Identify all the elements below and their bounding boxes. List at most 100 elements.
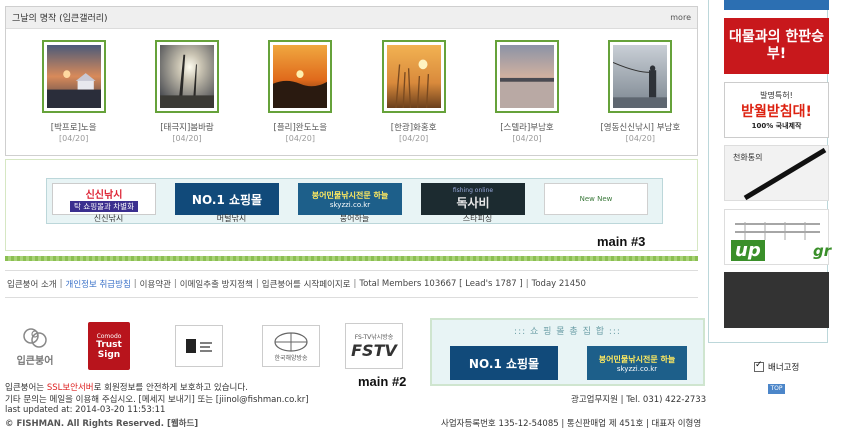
gallery-item-label[interactable]: [영동신신낚시] 부남호 <box>584 121 697 133</box>
main2-label: main #2 <box>358 374 407 389</box>
business-info: 사업자등록번호 135-12-54085 | 통신판매업 제 451호 | 대표… <box>441 419 702 429</box>
trust-sign-text: Trust Sign <box>96 339 122 360</box>
doksabi-sub: fishing online <box>452 187 494 194</box>
partner-logo[interactable] <box>175 325 223 367</box>
reeds-sunset-photo <box>386 45 441 109</box>
today-count: Today 21450 <box>531 279 586 289</box>
gallery-item[interactable]: [한광]화홍호 [04/20] <box>357 40 470 143</box>
side-ad-rod-holder[interactable]: 발명특허! 받월받침대! 100% 국내제작 <box>724 82 829 138</box>
thumbnail-frame[interactable] <box>494 40 559 113</box>
ssl-notice-pre: 입큰붕어는 <box>5 383 47 393</box>
thumbnail-frame[interactable] <box>268 40 333 113</box>
haneul-banner-image[interactable]: 붕어민물낚시전문 하늘 skyzzi.co.kr <box>298 183 402 215</box>
gallery-item[interactable]: [박프로]노을 [04/20] <box>17 40 130 143</box>
link-email-policy[interactable]: 이메일추출 방지정책 <box>180 278 253 290</box>
gallery-item-label[interactable]: [스텔라]부남호 <box>470 121 583 133</box>
gallery-item[interactable]: [영동신신낚시] 부남호 [04/20] <box>584 40 697 143</box>
fstv-top-text: FS-TV낚시방송 <box>354 334 394 341</box>
gallery-item-date: [04/20] <box>625 134 655 143</box>
banner-fix-checkbox[interactable] <box>754 360 764 372</box>
side-top-ad-strip[interactable] <box>724 0 829 10</box>
shop-banner-sinsin[interactable]: 신신낚시 탁 쇼핑몰과 차별화 신신낚시 <box>47 179 170 223</box>
gallery-header: 그날의 명작 (입큰갤러리) more <box>6 7 697 29</box>
gallery-item[interactable]: [플리]완도노을 [04/20] <box>244 40 357 143</box>
gallery-item[interactable]: [태극지]봄바람 [04/20] <box>130 40 243 143</box>
huge-logo-text: 한국해양방송 <box>274 354 308 362</box>
total-members: Total Members 103667 [ Lead's 1787 ] <box>359 279 523 289</box>
no1-shop-banner-image[interactable]: NO.1 쇼핑몰 <box>175 183 279 215</box>
new-banner-image[interactable]: New New <box>544 183 648 215</box>
gallery-item-date: [04/20] <box>59 134 89 143</box>
doksabi-title: 독사비 <box>456 196 490 210</box>
side-ad-big-fish[interactable]: 대물과의 한판승부! <box>724 18 829 74</box>
side-ad2-top: 발명특허! <box>760 90 793 100</box>
haneul-title: 붕어민물낚시전문 하늘 <box>311 190 389 200</box>
ipkeun-logo[interactable]: 입큰붕어 <box>6 320 64 372</box>
orange-sunset-photo <box>273 45 328 108</box>
gallery-item-date: [04/20] <box>399 134 429 143</box>
gallery-item[interactable]: [스텔라]부남호 [04/20] <box>470 40 583 143</box>
shop-collection-title: ::: 쇼 핑 몰 총 집 합 ::: <box>514 327 621 337</box>
shop-banner-starfishing[interactable]: fishing online 독사비 스타피싱 <box>416 179 539 223</box>
huge-logo[interactable]: 한국해양방송 <box>262 325 320 367</box>
gallery-item-label[interactable]: [한광]화홍호 <box>357 121 470 133</box>
thumbnail-frame[interactable] <box>41 40 106 113</box>
link-terms[interactable]: 이용약관 <box>140 278 171 290</box>
fstv-logo[interactable]: FS-TV낚시방송 FSTV <box>345 323 403 369</box>
new-banner-text: New New <box>579 195 613 203</box>
main3-label: main #3 <box>597 234 646 249</box>
contact-notice: 기타 문의는 메일을 이용해 주십시오. [메세지 보내기] 또는 [jiino… <box>5 395 309 405</box>
thumbnail-frame[interactable] <box>608 40 673 113</box>
sinsin-title: 신신낚시 <box>85 190 123 201</box>
haneul-url: skyzzi.co.kr <box>329 200 371 209</box>
thumbnail-frame[interactable] <box>381 40 446 113</box>
shop-banner-meoteol[interactable]: NO.1 쇼핑몰 머털낚시 <box>170 179 293 223</box>
link-privacy[interactable]: 개인정보 취급방침 <box>66 278 131 290</box>
gallery-panel: 그날의 명작 (입큰갤러리) more [박프로]노을 [04/20] [태극지… <box>5 6 698 156</box>
shop-banner-strip: 신신낚시 탁 쇼핑몰과 차별화 신신낚시 NO.1 쇼핑몰 머털낚시 붕어민물낚… <box>5 159 698 251</box>
lake-dusk-photo <box>499 45 554 108</box>
gallery-list: [박프로]노을 [04/20] [태극지]봄바람 [04/20] [플리]완도노… <box>6 29 697 143</box>
sunset-house-photo <box>46 45 101 108</box>
thumbnail-frame[interactable] <box>154 40 219 113</box>
gallery-item-label[interactable]: [박프로]노을 <box>17 121 130 133</box>
sinsin-sub: 탁 쇼핑몰과 차별화 <box>70 201 138 212</box>
last-updated: last updated at: 2014-03-20 11:53:11 <box>5 405 166 415</box>
shop-caption[interactable]: 신신낚시 <box>47 213 170 224</box>
partner-emblem-icon <box>186 339 212 353</box>
side-ad-dark[interactable] <box>724 272 829 328</box>
green-divider <box>5 256 698 261</box>
haneul-shop-banner[interactable]: 붕어민물낚시전문 하늘 skyzzi.co.kr <box>587 346 687 380</box>
no1-shop-banner[interactable]: NO.1 쇼핑몰 <box>450 346 558 380</box>
link-homepage[interactable]: 입큰붕어를 시작페이지로 <box>262 278 351 290</box>
fish-emblem-icon <box>23 327 47 348</box>
ipkeun-logo-text: 입큰붕어 <box>16 355 54 367</box>
trust-sign-logo[interactable]: Comodo Trust Sign <box>88 322 130 370</box>
shop-banner-row: 신신낚시 탁 쇼핑몰과 차별화 신신낚시 NO.1 쇼핑몰 머털낚시 붕어민물낚… <box>46 178 663 224</box>
shop-caption[interactable]: 붕어하늘 <box>293 213 416 224</box>
side-ad-rod[interactable]: 천화통의 <box>724 145 829 201</box>
doksabi-banner-image[interactable]: fishing online 독사비 <box>421 183 525 215</box>
side-ad2-main: 받월받침대! <box>741 103 812 120</box>
shop-caption[interactable]: 스타피싱 <box>416 213 539 224</box>
side-ad-up[interactable]: up gr <box>724 209 831 265</box>
fishing-rod-icon <box>743 147 827 201</box>
ssl-link[interactable]: SSL보안서버 <box>47 383 94 393</box>
banner-fix-toggle[interactable]: 배너고정 <box>754 360 799 373</box>
gallery-title: 그날의 명작 (입큰갤러리) <box>12 14 108 24</box>
footer-link-bar: 입큰붕어 소개 | 개인정보 취급방침 | 이용약관 | 이메일추출 방지정책 | 입큰… <box>5 270 698 298</box>
haneul-shop-url: skyzzi.co.kr <box>616 364 658 373</box>
link-about[interactable]: 입큰붕어 소개 <box>7 278 57 290</box>
shop-caption[interactable]: 머털낚시 <box>170 213 293 224</box>
globe-emblem-icon <box>274 331 308 352</box>
side-ad4-up: up <box>731 240 765 261</box>
fstv-text: FSTV <box>351 341 397 360</box>
shop-banner-haneul[interactable]: 붕어민물낚시전문 하늘 skyzzi.co.kr 붕어하늘 <box>293 179 416 223</box>
sinsin-banner-image[interactable]: 신신낚시 탁 쇼핑몰과 차별화 <box>52 183 156 215</box>
more-link[interactable]: more <box>670 13 691 22</box>
gallery-item-label[interactable]: [태극지]봄바람 <box>130 121 243 133</box>
angler-photo <box>613 45 668 108</box>
top-button[interactable]: TOP <box>768 384 785 394</box>
gallery-item-label[interactable]: [플리]완도노을 <box>244 121 357 133</box>
shop-banner-new[interactable]: New New <box>539 179 662 223</box>
